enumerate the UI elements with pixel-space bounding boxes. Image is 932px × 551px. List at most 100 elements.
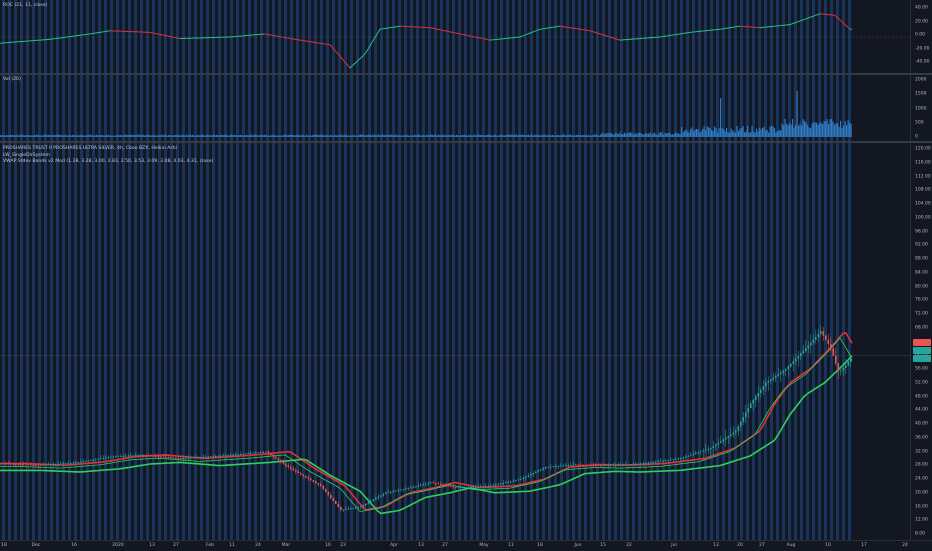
- volume-bar: [488, 135, 489, 137]
- roc-segment: [610, 37, 612, 38]
- time-axis-label: 15: [600, 543, 606, 548]
- candle-body: [245, 453, 247, 454]
- volume-bar: [231, 135, 232, 137]
- volume-bar: [750, 132, 751, 137]
- volume-bar: [620, 132, 621, 137]
- volume-bar: [617, 133, 618, 137]
- volume-pane[interactable]: Vol (20) 2000150010005000: [0, 75, 932, 141]
- session-stripe: [434, 143, 437, 540]
- session-stripe: [128, 143, 131, 540]
- roc-segment: [796, 22, 798, 23]
- volume-bar: [558, 135, 559, 137]
- volume-bar: [434, 135, 435, 137]
- volume-bar: [110, 135, 111, 137]
- candle-body: [645, 463, 647, 464]
- volume-bar: [431, 135, 432, 137]
- volume-bar: [23, 135, 24, 137]
- candle-body: [430, 482, 432, 483]
- session-stripe: [206, 143, 209, 540]
- session-stripe: [404, 75, 407, 141]
- candle-body: [680, 458, 682, 459]
- volume-bar: [57, 135, 58, 137]
- session-stripe: [14, 143, 17, 540]
- price-pane[interactable]: PROSHARES TRUST II PROSHARES ULTRA SILVE…: [0, 143, 932, 540]
- time-axis-label: 17: [861, 543, 867, 548]
- volume-axis[interactable]: 2000150010005000: [910, 75, 932, 141]
- session-stripe: [338, 75, 341, 141]
- candle-body: [183, 458, 185, 459]
- candle-body: [213, 456, 215, 457]
- session-stripe: [68, 75, 71, 141]
- volume-bar: [174, 135, 175, 137]
- time-axis-label: 27: [173, 543, 179, 548]
- candle-body: [160, 456, 162, 457]
- volume-bar: [230, 135, 231, 137]
- session-stripe: [56, 143, 59, 540]
- volume-bar: [320, 135, 321, 137]
- axis-tick-label: 44.00: [915, 408, 928, 413]
- time-axis[interactable]: 18Dec1620201327Feb1124Mar1623Apr1327May1…: [0, 540, 932, 551]
- session-stripe: [608, 143, 611, 540]
- volume-bar: [240, 135, 241, 137]
- session-stripe: [446, 75, 449, 141]
- volume-bar: [299, 135, 300, 137]
- candle-body: [560, 466, 562, 467]
- volume-bar: [2, 135, 3, 137]
- volume-bar: [453, 135, 454, 137]
- candle-body: [843, 368, 845, 370]
- volume-bar: [345, 135, 346, 137]
- volume-bar: [6, 135, 7, 137]
- volume-bar: [308, 136, 309, 137]
- roc-plot[interactable]: [0, 0, 910, 73]
- volume-bar: [165, 135, 166, 137]
- volume-bar: [318, 135, 319, 137]
- session-stripe: [194, 0, 197, 73]
- volume-bar: [447, 135, 448, 137]
- volume-bar: [215, 135, 216, 137]
- volume-bar: [300, 135, 301, 137]
- session-stripe: [740, 0, 743, 73]
- volume-bar: [782, 124, 783, 137]
- roc-axis[interactable]: 40.0020.000.00-20.00-40.00: [910, 0, 932, 73]
- volume-bar: [117, 135, 118, 137]
- volume-bar: [836, 123, 837, 137]
- volume-bar: [425, 135, 426, 137]
- candle-body: [598, 465, 600, 466]
- session-stripe: [506, 143, 509, 540]
- axis-tick-label: 96.00: [915, 229, 928, 234]
- candle-body: [355, 507, 357, 508]
- candle-body: [593, 465, 595, 466]
- session-stripe: [518, 75, 521, 141]
- candle-body: [775, 376, 777, 378]
- candle-body: [763, 386, 765, 389]
- volume-bar: [744, 132, 745, 137]
- volume-bar: [770, 127, 771, 137]
- indicator-vwap-bands[interactable]: VWAP Stdev Bands v2 Mod (1.28, 3.28, 3.0…: [3, 159, 213, 166]
- volume-bar: [243, 136, 244, 137]
- roc-pane[interactable]: ROC (21, 11, close) 40.0020.000.00-20.00…: [0, 0, 932, 73]
- session-stripe: [608, 75, 611, 141]
- session-stripe: [158, 0, 161, 73]
- volume-bar: [140, 135, 141, 137]
- session-stripe: [248, 0, 251, 73]
- volume-bar: [176, 135, 177, 137]
- candle-body: [653, 462, 655, 463]
- volume-bar: [614, 135, 615, 137]
- price-plot[interactable]: [0, 143, 910, 540]
- session-stripe: [50, 75, 53, 141]
- session-stripe: [80, 0, 83, 73]
- candle-body: [365, 504, 367, 505]
- volume-bar: [119, 135, 120, 137]
- session-stripe: [266, 75, 269, 141]
- volume-plot[interactable]: [0, 75, 910, 141]
- session-stripe: [152, 0, 155, 73]
- session-stripe: [26, 0, 29, 73]
- volume-bar: [113, 136, 114, 137]
- candle-body: [428, 483, 430, 484]
- candle-body: [808, 346, 810, 349]
- candle-body: [173, 458, 175, 459]
- volume-bar: [446, 135, 447, 137]
- volume-bar: [839, 127, 840, 137]
- volume-bar: [99, 135, 100, 137]
- candle-body: [685, 457, 687, 458]
